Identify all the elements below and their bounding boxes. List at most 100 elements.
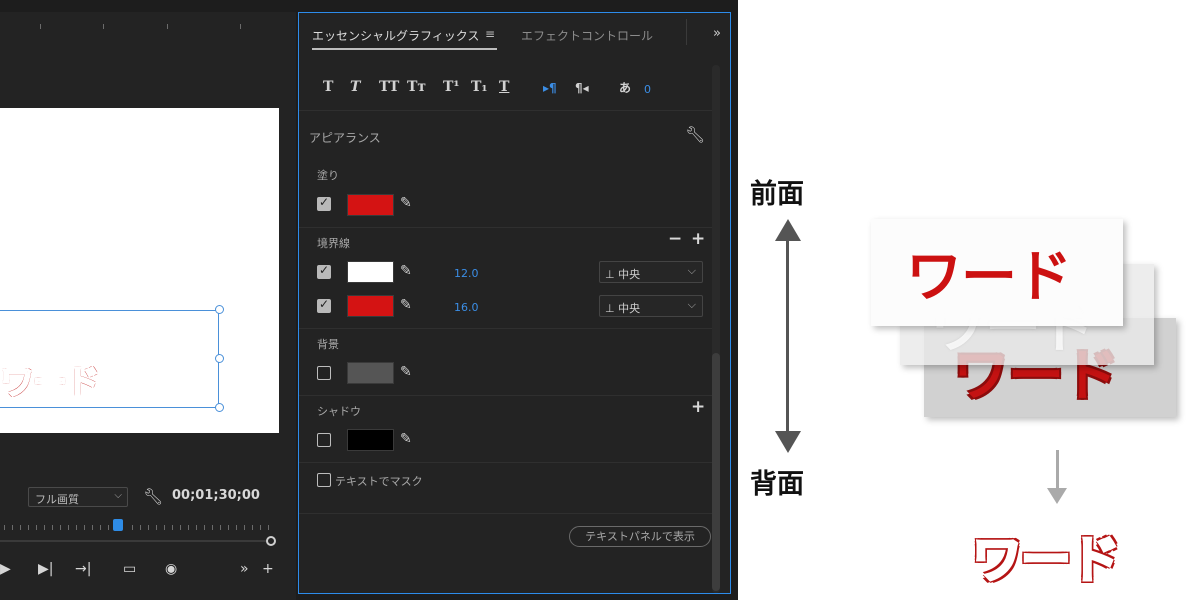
- timecode-display[interactable]: 00;01;30;00: [172, 488, 260, 503]
- wrench-settings-icon[interactable]: 🔧︎: [143, 487, 163, 506]
- more-panels-icon[interactable]: »: [713, 26, 721, 41]
- tab-separator: [686, 19, 687, 45]
- ruler-tick: [28, 525, 29, 530]
- subscript-button[interactable]: T₁: [471, 79, 488, 95]
- stroke-position-icon: ⊥: [605, 268, 619, 281]
- front-label: 前面: [750, 179, 804, 210]
- active-tab-underline: [312, 48, 497, 50]
- layer-front-text: ワード: [906, 245, 1072, 310]
- stroke-2-color-swatch[interactable]: [347, 295, 394, 317]
- arrow-down-head: [775, 431, 801, 453]
- stroke-2-eyedropper-icon[interactable]: ✎: [400, 297, 412, 313]
- camera-export-frame-icon[interactable]: ◉: [165, 561, 177, 577]
- monitor-tick: [103, 24, 104, 29]
- show-in-text-panel-button[interactable]: テキストパネルで表示: [569, 526, 711, 547]
- stroke-1-color-swatch[interactable]: [347, 261, 394, 283]
- remove-stroke-button[interactable]: −: [668, 229, 682, 249]
- playback-quality-dropdown[interactable]: フル画質 ⌵: [28, 487, 128, 507]
- tab-effect-controls[interactable]: エフェクトコントロール: [521, 27, 653, 44]
- background-checkbox[interactable]: [317, 366, 331, 380]
- appearance-title: アピアランス: [309, 131, 381, 145]
- superscript-button[interactable]: T¹: [443, 79, 460, 95]
- ruler-tick: [220, 525, 221, 530]
- fill-checkbox[interactable]: [317, 195, 331, 211]
- small-caps-button[interactable]: Tт: [407, 79, 426, 95]
- ltr-paragraph-icon[interactable]: ▸¶: [543, 81, 557, 95]
- stroke-2-checkbox[interactable]: [317, 297, 331, 313]
- screenshot-root: ワード フル画質 ⌵ 🔧︎ 00;01;30;00 ▶ ▶| →| ▭ ◉ » …: [0, 0, 1200, 600]
- ruler-tick: [156, 525, 157, 530]
- faux-italic-button[interactable]: T: [350, 79, 360, 95]
- safe-margins-icon[interactable]: ▭: [123, 561, 136, 577]
- stroke-1-position-dropdown[interactable]: ⊥ 中央 ⌵: [599, 261, 703, 283]
- ruler-tick: [172, 525, 173, 530]
- bbox-handle-top-right[interactable]: [215, 305, 224, 314]
- step-forward-icon[interactable]: ▶|: [38, 561, 53, 577]
- ruler-tick: [20, 525, 21, 530]
- canvas-text-word[interactable]: ワード: [0, 365, 101, 401]
- section-divider: [299, 328, 712, 329]
- stroke-2-position-label: 中央: [618, 302, 641, 315]
- ruler-tick: [252, 525, 253, 530]
- add-stroke-button[interactable]: +: [691, 229, 705, 249]
- section-divider: [299, 462, 712, 463]
- time-ruler[interactable]: [0, 520, 276, 532]
- scrub-bar[interactable]: [0, 540, 268, 542]
- ruler-tick: [236, 525, 237, 530]
- ruler-tick: [92, 525, 93, 530]
- chevron-down-icon: ⌵: [687, 264, 696, 277]
- shadow-eyedropper-icon[interactable]: ✎: [400, 431, 412, 447]
- all-caps-button[interactable]: TT: [379, 79, 399, 95]
- ruler-tick: [268, 525, 269, 530]
- panel-scrollbar-thumb[interactable]: [712, 353, 720, 591]
- stroke-1-eyedropper-icon[interactable]: ✎: [400, 263, 412, 279]
- playhead[interactable]: [113, 519, 123, 531]
- ruler-tick: [68, 525, 69, 530]
- add-button-icon[interactable]: +: [262, 561, 274, 577]
- scrub-end-handle[interactable]: [266, 536, 276, 546]
- background-eyedropper-icon[interactable]: ✎: [400, 364, 412, 380]
- go-to-out-icon[interactable]: →|: [75, 561, 91, 577]
- tsume-value[interactable]: 0: [644, 83, 651, 96]
- bbox-handle-bottom-right[interactable]: [215, 403, 224, 412]
- panel-menu-icon[interactable]: ≡: [485, 27, 495, 41]
- shadow-checkbox[interactable]: [317, 433, 331, 447]
- ruler-tick: [204, 525, 205, 530]
- stroke-1-checkbox[interactable]: [317, 263, 331, 279]
- ruler-tick: [212, 525, 213, 530]
- stroke-2-width[interactable]: 16.0: [454, 301, 479, 314]
- mask-with-text-checkbox[interactable]: [317, 473, 331, 487]
- background-label: 背景: [317, 338, 339, 351]
- ruler-tick: [12, 525, 13, 530]
- section-divider: [299, 395, 712, 396]
- faux-bold-button[interactable]: T: [323, 79, 333, 95]
- background-color-swatch[interactable]: [347, 362, 394, 384]
- rtl-paragraph-icon[interactable]: ¶◂: [575, 81, 589, 95]
- monitor-tick: [167, 24, 168, 29]
- stroke-2-position-dropdown[interactable]: ⊥ 中央 ⌵: [599, 295, 703, 317]
- ruler-tick: [52, 525, 53, 530]
- wrench-icon[interactable]: 🔧︎: [685, 125, 705, 144]
- monitor-tick: [240, 24, 241, 29]
- shadow-color-swatch[interactable]: [347, 429, 394, 451]
- result-text: ワード: [971, 530, 1122, 591]
- bbox-handle-right[interactable]: [215, 354, 224, 363]
- fill-color-swatch[interactable]: [347, 194, 394, 216]
- monitor-tick: [40, 24, 41, 29]
- ruler-tick: [164, 525, 165, 530]
- stroke-1-width[interactable]: 12.0: [454, 267, 479, 280]
- result-arrow-line: [1056, 450, 1059, 492]
- stroke-position-icon: ⊥: [605, 302, 619, 315]
- tsume-icon[interactable]: あ: [619, 79, 631, 96]
- underline-button[interactable]: T: [499, 79, 509, 95]
- ruler-tick: [108, 525, 109, 530]
- ruler-tick: [60, 525, 61, 530]
- panel-tabs: エッセンシャルグラフィックス ≡ エフェクトコントロール »: [299, 13, 730, 51]
- add-shadow-button[interactable]: +: [691, 397, 705, 417]
- play-icon[interactable]: ▶: [0, 561, 11, 577]
- ruler-tick: [100, 525, 101, 530]
- ruler-tick: [44, 525, 45, 530]
- tab-essential-graphics[interactable]: エッセンシャルグラフィックス: [312, 27, 479, 44]
- more-controls-icon[interactable]: »: [240, 561, 249, 577]
- fill-eyedropper-icon[interactable]: ✎: [400, 195, 412, 211]
